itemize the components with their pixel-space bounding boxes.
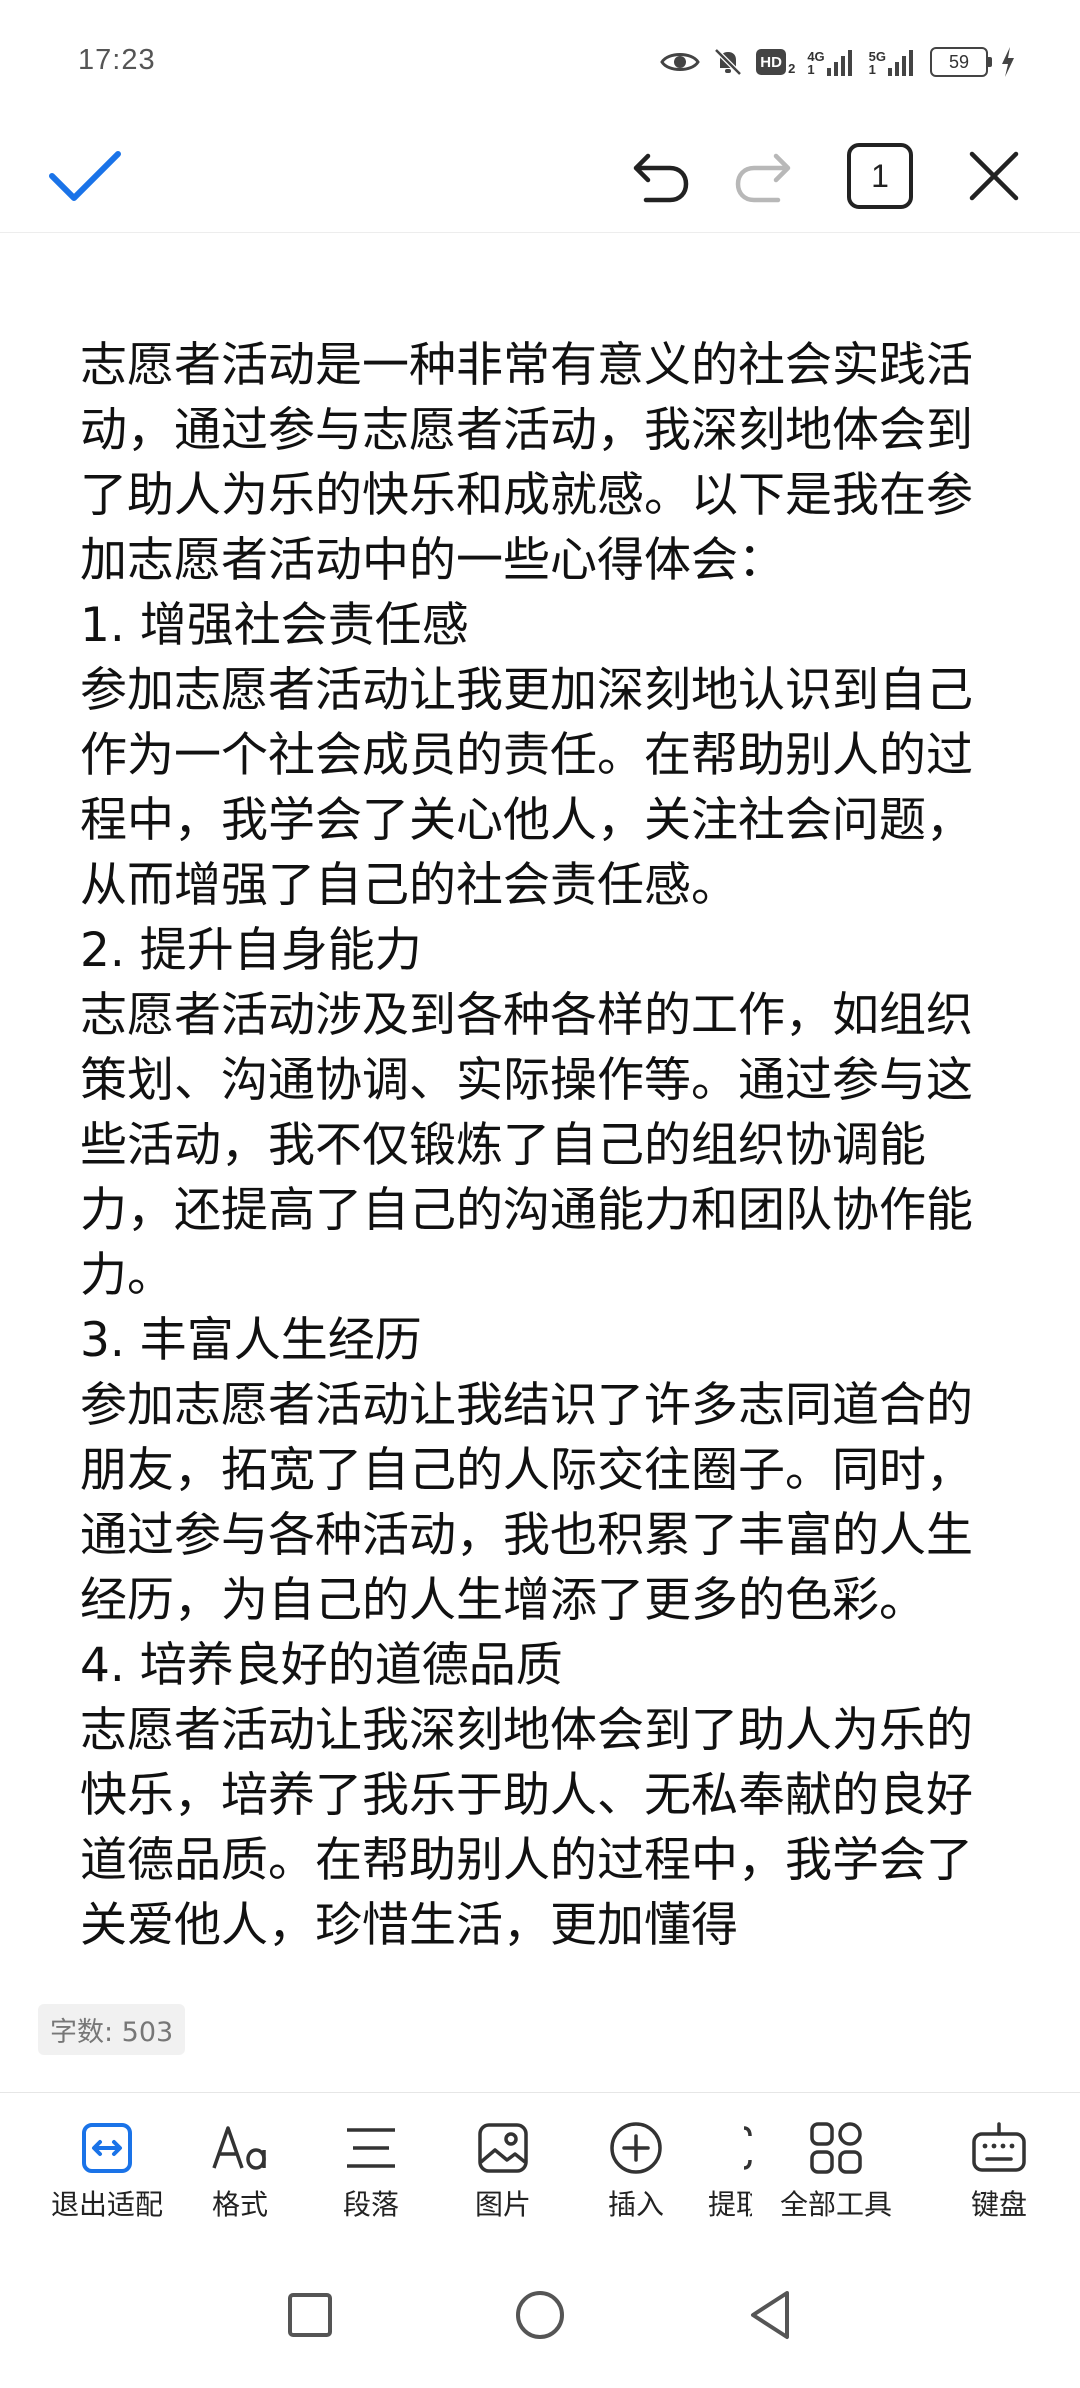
status-icons: HD 2 4G 1 5G 1 59 (660, 42, 1016, 82)
exit-fit-icon (82, 2123, 132, 2173)
check-icon (49, 151, 121, 201)
document-text[interactable]: 志愿者活动是一种非常有意义的社会实践活动，通过参与志愿者活动，我深刻地体会到了助… (80, 333, 1000, 1958)
tool-label: 提取 (708, 2188, 752, 2221)
battery-level: 59 (948, 51, 970, 72)
status-time: 17:23 (78, 44, 156, 76)
recent-apps-button[interactable] (275, 2280, 345, 2350)
keyboard-button[interactable]: 键盘 (934, 2117, 1064, 2227)
paragraph[interactable]: 参加志愿者活动让我更加深刻地认识到自己作为一个社会成员的责任。在帮助别人的过程中… (80, 658, 1000, 918)
tool-label: 段落 (342, 2188, 399, 2221)
undo-icon (633, 153, 689, 203)
insert-button[interactable]: 插入 (571, 2117, 701, 2227)
paragraph[interactable]: 志愿者活动涉及到各种各样的工作，如组织策划、沟通协调、实际操作等。通过参与这些活… (80, 983, 1000, 1308)
heading-2[interactable]: 2. 提升自身能力 (80, 918, 1000, 983)
keyboard-icon (972, 2122, 1026, 2172)
tool-label: 退出适配 (50, 2188, 163, 2221)
extract-button[interactable]: 提取 (700, 2117, 752, 2227)
word-count-badge: 字数: 503 (38, 2004, 186, 2055)
close-button[interactable] (954, 134, 1034, 218)
page-count-button[interactable]: 1 (840, 134, 920, 218)
navigation-bar (0, 2242, 1080, 2388)
all-tools-button[interactable]: 全部工具 (756, 2117, 916, 2227)
image-button[interactable]: 图片 (438, 2117, 568, 2227)
tool-label: 插入 (607, 2188, 664, 2221)
battery-icon: 59 (930, 47, 992, 77)
signal-5g-icon: 5G 1 (869, 48, 918, 76)
paragraph[interactable]: 参加志愿者活动让我结识了许多志同道合的朋友，拓宽了自己的人际交往圈子。同时，通过… (80, 1373, 1000, 1633)
hd-icon: HD 2 (756, 49, 795, 75)
paragraph[interactable]: 志愿者活动让我深刻地体会到了助人为乐的快乐，培养了我乐于助人、无私奉献的良好道德… (80, 1698, 1000, 1958)
home-button[interactable] (505, 2280, 575, 2350)
tool-label: 图片 (474, 2188, 531, 2221)
paragraph-icon (347, 2128, 395, 2168)
heading-1[interactable]: 1. 增强社会责任感 (80, 593, 1000, 658)
image-icon (478, 2123, 528, 2173)
format-button[interactable]: 格式 (175, 2117, 305, 2227)
done-button[interactable] (40, 134, 130, 218)
charging-icon (1000, 47, 1016, 77)
editor-toolbar: 1 (0, 120, 1080, 233)
document-body[interactable]: 志愿者活动是一种非常有意义的社会实践活动，通过参与志愿者活动，我深刻地体会到了助… (0, 233, 1080, 2091)
home-icon (516, 2291, 564, 2339)
insert-icon (610, 2122, 662, 2174)
undo-button[interactable] (618, 134, 698, 218)
paragraph-button[interactable]: 段落 (306, 2117, 436, 2227)
exit-fit-button[interactable]: 退出适配 (42, 2117, 172, 2227)
bell-off-icon (712, 46, 744, 78)
back-button[interactable] (735, 2280, 805, 2350)
tool-label: 格式 (211, 2188, 268, 2221)
heading-3[interactable]: 3. 丰富人生经历 (80, 1308, 1000, 1373)
redo-button[interactable] (726, 134, 806, 218)
heading-4[interactable]: 4. 培养良好的道德品质 (80, 1633, 1000, 1698)
all-tools-icon (810, 2122, 862, 2174)
extract-icon (743, 2126, 752, 2170)
tool-label: 键盘 (970, 2188, 1027, 2221)
signal-4g-icon: 4G 1 (807, 48, 856, 76)
page-count: 1 (847, 143, 913, 209)
close-icon (969, 151, 1019, 201)
format-icon (212, 2126, 266, 2170)
document-editor-screen: 17:23 HD 2 4G 1 5G 1 59 1 志愿者活动是一种非常有意义的… (0, 0, 1080, 2388)
status-bar: 17:23 HD 2 4G 1 5G 1 59 (0, 0, 1080, 120)
recent-apps-icon (288, 2293, 332, 2337)
tool-label: 全部工具 (779, 2188, 892, 2221)
eye-icon (660, 48, 700, 76)
bottom-toolbar: 退出适配 格式 段落 图片 插入 提取 全部工具 键盘 (0, 2092, 1080, 2243)
paragraph[interactable]: 志愿者活动是一种非常有意义的社会实践活动，通过参与志愿者活动，我深刻地体会到了助… (80, 333, 1000, 593)
redo-icon (735, 153, 791, 203)
back-icon (751, 2291, 789, 2339)
